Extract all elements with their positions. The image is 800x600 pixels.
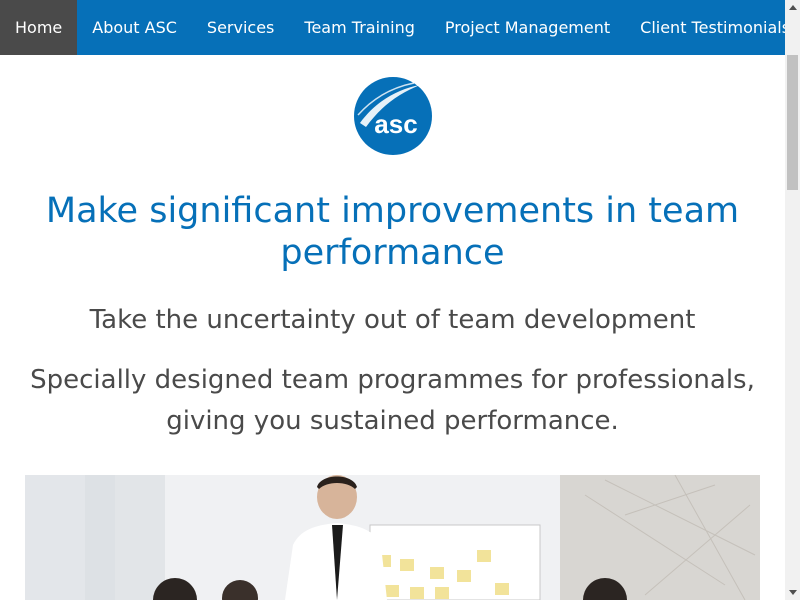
main-navigation: Home About ASC Services Team Training Pr… [0, 0, 790, 55]
page-headline: Make significant improvements in team pe… [45, 191, 740, 273]
scroll-up-icon[interactable] [785, 0, 800, 15]
scroll-down-icon[interactable] [785, 585, 800, 600]
scrollbar-thumb[interactable] [787, 55, 798, 190]
nav-item-project-management[interactable]: Project Management [430, 0, 625, 55]
hero-image [25, 475, 760, 600]
nav-item-about-asc[interactable]: About ASC [77, 0, 192, 55]
page-subheadline: Take the uncertainty out of team develop… [89, 305, 696, 335]
nav-item-home[interactable]: Home [0, 0, 78, 55]
nav-item-client-testimonials[interactable]: Client Testimonials [625, 0, 800, 55]
page-description: Specially designed team programmes for p… [30, 365, 755, 436]
vertical-scrollbar[interactable] [785, 0, 800, 600]
nav-item-team-training[interactable]: Team Training [289, 0, 430, 55]
asc-logo[interactable]: asc [354, 77, 432, 155]
nav-item-services[interactable]: Services [192, 0, 289, 55]
logo-text: asc [374, 109, 417, 139]
